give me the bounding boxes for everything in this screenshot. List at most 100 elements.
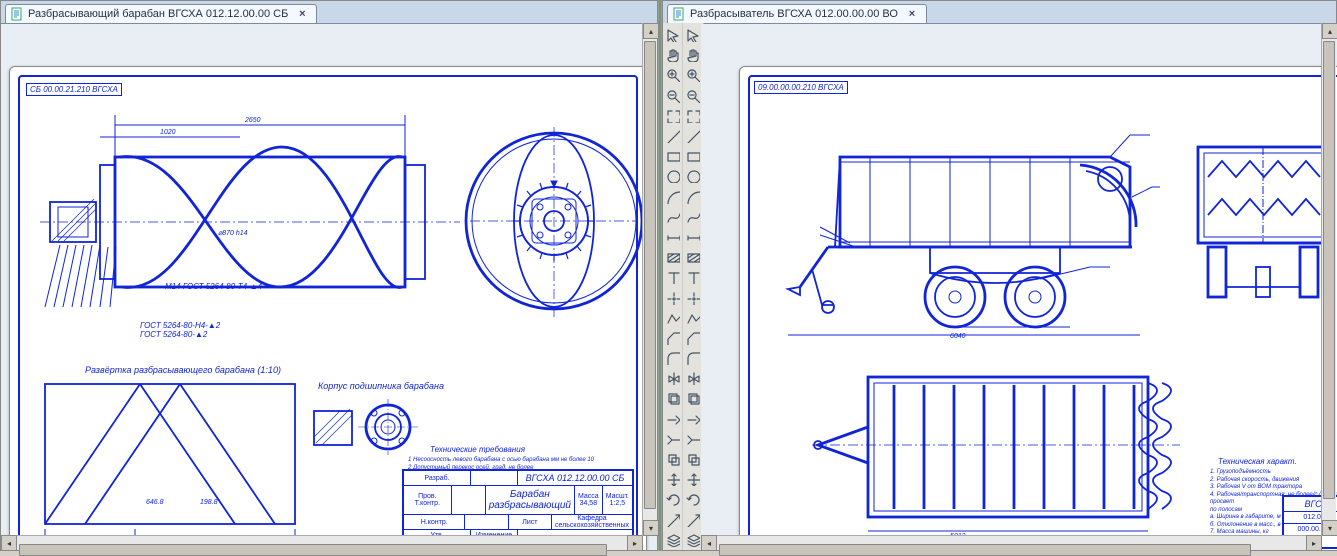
vertical-scrollbar[interactable]: ▴ ▾ (1321, 23, 1336, 536)
zoom-in-icon[interactable] (683, 66, 703, 84)
spline-icon[interactable] (663, 208, 683, 226)
offset-icon[interactable] (663, 389, 683, 407)
rotate-icon[interactable] (683, 490, 703, 508)
document-tab-left[interactable]: Разбрасывающий барабан ВГСХА 012.12.00.0… (5, 4, 317, 23)
zoom-out-icon[interactable] (663, 87, 683, 105)
tab-title: Разбрасыватель ВГСХА 012.00.00.00 ВО (690, 8, 898, 20)
right-pane: Разбрасыватель ВГСХА 012.00.00.00 ВО × 0… (662, 0, 1337, 551)
line-icon[interactable] (663, 127, 683, 145)
dimension-label: 6040 (950, 333, 966, 340)
horizontal-scrollbar[interactable]: ◂ ▸ (701, 535, 1322, 550)
copy-icon[interactable] (663, 450, 683, 468)
dimension-icon[interactable] (663, 228, 683, 246)
layer-icon[interactable] (683, 531, 703, 549)
weld-callout: ГОСТ 5264-80-Н4-▲2 (140, 321, 220, 330)
drawing-sheet-left: СБ 00.00.21.210 ВГСХА (9, 66, 647, 550)
chamfer-icon[interactable] (683, 329, 703, 347)
fillet-icon[interactable] (683, 349, 703, 367)
mirror-icon[interactable] (683, 369, 703, 387)
line-icon[interactable] (683, 127, 703, 145)
title-block-left: Разраб. ВГСХА 012.12.00.00 СБ Пров. Т.ко… (402, 469, 634, 543)
mirror-icon[interactable] (663, 369, 683, 387)
chamfer-icon[interactable] (663, 329, 683, 347)
offset-icon[interactable] (683, 389, 703, 407)
copy-icon[interactable] (683, 450, 703, 468)
layer-icon[interactable] (663, 531, 683, 549)
tab-bar-left: Разбрасывающий барабан ВГСХА 012.12.00.0… (1, 1, 657, 24)
weld-callout: М14 ГОСТ 5264-80-Т4-▲4 (165, 282, 262, 291)
spreader-side-view (780, 127, 1160, 340)
fillet-icon[interactable] (663, 349, 683, 367)
extend-icon[interactable] (683, 430, 703, 448)
dimension-icon[interactable] (683, 228, 703, 246)
frame-code-label: СБ 00.00.21.210 ВГСХА (26, 83, 122, 96)
zoom-fit-icon[interactable] (663, 107, 683, 125)
dimension-label: 646.8 (146, 499, 164, 506)
drum-end-view (470, 127, 638, 320)
drawing-canvas-right[interactable]: 09.00.00.00.210 ВГСХА (701, 24, 1337, 550)
drawing-sheet-right: 09.00.00.00.210 ВГСХА (739, 66, 1337, 550)
move-icon[interactable] (663, 470, 683, 488)
scale-tool-icon[interactable] (683, 511, 703, 529)
spline-icon[interactable] (683, 208, 703, 226)
zoom-in-icon[interactable] (663, 66, 683, 84)
vertical-scrollbar[interactable]: ▴ ▾ (642, 23, 657, 536)
move-icon[interactable] (683, 470, 703, 488)
arc-icon[interactable] (663, 188, 683, 206)
tech-requirements-title: Технические требования (430, 445, 525, 454)
scale-tool-icon[interactable] (663, 511, 683, 529)
point-icon[interactable] (663, 288, 683, 306)
scroll-left-button[interactable]: ◂ (701, 535, 717, 551)
spreader-rear-view (1178, 137, 1337, 330)
close-icon[interactable]: × (296, 8, 308, 20)
rotate-icon[interactable] (663, 490, 683, 508)
text-icon[interactable] (663, 268, 683, 286)
text-icon[interactable] (683, 268, 703, 286)
rect-icon[interactable] (683, 147, 703, 165)
vertical-toolbar-1 (663, 23, 684, 550)
scroll-right-button[interactable]: ▸ (1306, 535, 1322, 551)
trim-icon[interactable] (683, 410, 703, 428)
hatch-icon[interactable] (663, 248, 683, 266)
dimension-label: 198.8 (200, 499, 218, 506)
tab-bar-right: Разбрасыватель ВГСХА 012.00.00.00 ВО × (663, 1, 1336, 24)
extend-icon[interactable] (663, 430, 683, 448)
zoom-fit-icon[interactable] (683, 107, 703, 125)
scroll-up-button[interactable]: ▴ (1322, 23, 1337, 39)
hand-icon[interactable] (663, 46, 683, 64)
drawing-canvas-left[interactable]: СБ 00.00.21.210 ВГСХА (1, 24, 657, 550)
dimension-label: 2650 (245, 117, 261, 124)
spreader-top-view (810, 367, 1190, 540)
hand-icon[interactable] (683, 46, 703, 64)
scroll-down-button[interactable]: ▾ (643, 520, 659, 536)
arc-icon[interactable] (683, 188, 703, 206)
document-tab-right[interactable]: Разбрасыватель ВГСХА 012.00.00.00 ВО × (667, 4, 927, 23)
tech-characteristics-title: Техническая характ. (1218, 457, 1297, 466)
detail-title: Корпус подшипника барабана (318, 381, 444, 391)
zoom-out-icon[interactable] (683, 87, 703, 105)
scroll-left-button[interactable]: ◂ (1, 535, 17, 551)
circle-icon[interactable] (683, 167, 703, 185)
dimension-label: 1020 (160, 129, 176, 136)
horizontal-scrollbar[interactable]: ◂ ▸ (1, 535, 643, 550)
dimension-label: ⌀870 h14 (218, 229, 248, 237)
document-icon (672, 7, 686, 21)
hatch-icon[interactable] (683, 248, 703, 266)
weld-callout: ГОСТ 5264-80-▲2 (140, 330, 207, 339)
circle-icon[interactable] (663, 167, 683, 185)
point-icon[interactable] (683, 288, 703, 306)
frame-code-label: 09.00.00.00.210 ВГСХА (754, 81, 848, 94)
scroll-right-button[interactable]: ▸ (627, 535, 643, 551)
trim-icon[interactable] (663, 410, 683, 428)
close-icon[interactable]: × (906, 8, 918, 20)
cursor-icon[interactable] (683, 26, 703, 44)
scroll-down-button[interactable]: ▾ (1322, 520, 1337, 536)
left-pane: Разбрасывающий барабан ВГСХА 012.12.00.0… (0, 0, 658, 551)
tab-title: Разбрасывающий барабан ВГСХА 012.12.00.0… (28, 8, 288, 20)
polyline-icon[interactable] (683, 309, 703, 327)
bearing-housing-detail (310, 393, 420, 466)
rect-icon[interactable] (663, 147, 683, 165)
scroll-up-button[interactable]: ▴ (643, 23, 659, 39)
polyline-icon[interactable] (663, 309, 683, 327)
cursor-icon[interactable] (663, 26, 683, 44)
